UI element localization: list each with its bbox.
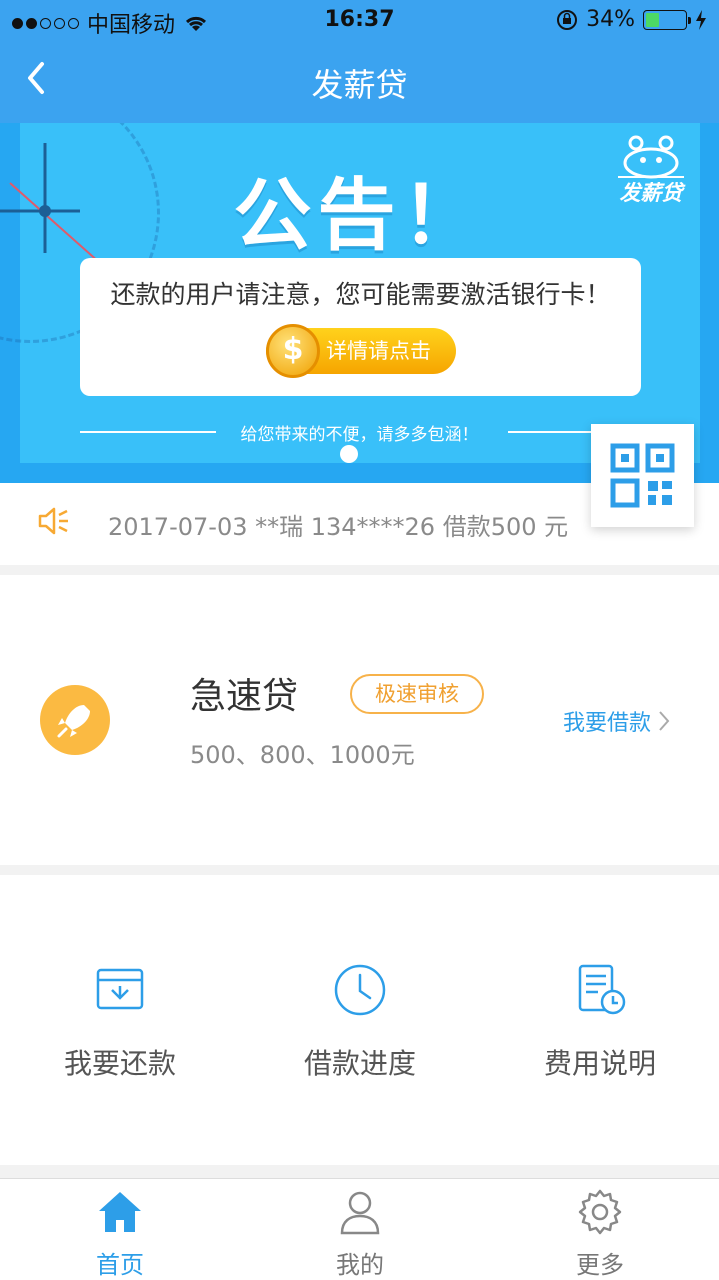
repay-card-icon (96, 968, 144, 1010)
fast-review-badge: 极速审核 (350, 674, 484, 714)
battery-icon (643, 9, 691, 30)
gear-icon (578, 1189, 622, 1235)
carousel-indicator[interactable] (340, 445, 358, 463)
tab-mine-label: 我的 (336, 1251, 384, 1279)
repay-label: 我要还款 (63, 1047, 176, 1080)
tab-home-label: 首页 (96, 1251, 144, 1279)
home-icon (99, 1192, 141, 1232)
tab-more[interactable]: 更多 (480, 1187, 719, 1280)
user-icon (340, 1191, 380, 1235)
rocket-icon (40, 685, 110, 755)
notice-text: 还款的用户请注意，您可能需要激活银行卡！ (110, 280, 611, 309)
ticker-message: 2017-07-03 **瑞 134****26 借款500 元 (108, 513, 569, 541)
tab-mine[interactable]: 我的 (240, 1187, 480, 1280)
fee-info-label: 费用说明 (543, 1047, 656, 1080)
top-bar: 中国移动 16:37 34% 发薪贷 (0, 0, 719, 123)
tab-more-label: 更多 (576, 1251, 624, 1279)
chevron-right-icon (659, 711, 670, 731)
status-bar: 中国移动 16:37 34% (0, 0, 719, 40)
fee-info-action[interactable]: 费用说明 (480, 960, 719, 1082)
loan-product-card[interactable]: 急速贷 极速审核 500、800、1000元 我要借款 (0, 575, 719, 865)
loan-amounts: 500、800、1000元 (190, 741, 415, 769)
loan-product-name: 急速贷 (190, 676, 299, 717)
page-title: 发薪贷 (311, 66, 408, 104)
coin-icon: $ (266, 324, 320, 378)
orientation-lock-icon (557, 9, 578, 30)
notice-card: 还款的用户请注意，您可能需要激活银行卡！ 详情请点击 $ (80, 258, 641, 396)
charging-bolt-icon (696, 9, 706, 30)
borrow-button[interactable]: 我要借款 (563, 705, 671, 737)
qr-code-button[interactable] (591, 424, 694, 527)
hippo-logo-icon (618, 135, 684, 179)
brand-logo: 发薪贷 (606, 133, 696, 205)
tab-home[interactable]: 首页 (0, 1187, 240, 1280)
qr-code-icon (610, 443, 675, 508)
battery-percent: 34% (586, 7, 635, 32)
speaker-icon (38, 507, 68, 535)
loan-progress-action[interactable]: 借款进度 (240, 960, 480, 1082)
document-clock-icon (578, 964, 626, 1015)
borrow-label: 我要借款 (563, 711, 652, 736)
loan-progress-label: 借款进度 (303, 1047, 416, 1080)
brand-logo-text: 发薪贷 (619, 181, 683, 205)
tab-bar: 首页 我的 更多 (0, 1178, 719, 1280)
quick-actions: 我要还款 借款进度 费用说明 (0, 875, 719, 1165)
repay-action[interactable]: 我要还款 (0, 960, 240, 1082)
clock-icon (334, 964, 386, 1016)
